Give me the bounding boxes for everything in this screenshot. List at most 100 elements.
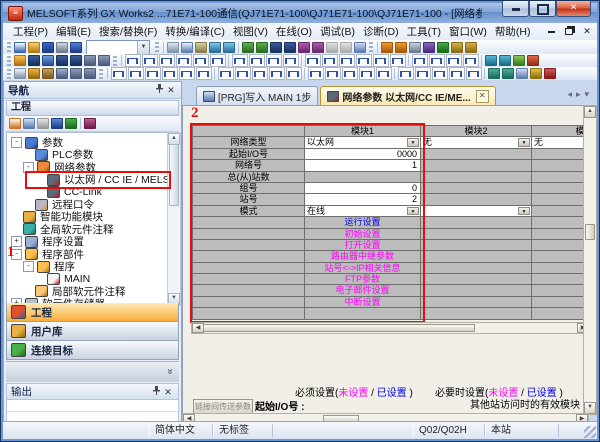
dropdown-arrow-icon[interactable]: ▼ bbox=[518, 207, 530, 215]
cut-icon[interactable] bbox=[167, 41, 180, 53]
tab-close-icon[interactable]: ✕ bbox=[476, 90, 489, 103]
ladder-symbol-button[interactable] bbox=[125, 54, 141, 67]
ladder-symbol-button[interactable] bbox=[398, 67, 414, 80]
replace-icon[interactable] bbox=[56, 68, 69, 80]
ladder-symbol-button[interactable] bbox=[308, 67, 324, 80]
ladder-symbol-button[interactable] bbox=[446, 54, 462, 67]
ladder-symbol-button[interactable] bbox=[145, 67, 161, 80]
check-icon[interactable] bbox=[527, 55, 540, 67]
tab-program-main[interactable]: [PRG]写入 MAIN 1步 bbox=[196, 86, 318, 105]
comment-icon[interactable] bbox=[485, 55, 498, 67]
collapse-icon[interactable]: - bbox=[11, 137, 22, 148]
device-find-icon[interactable] bbox=[423, 41, 436, 53]
pencil-icon[interactable] bbox=[28, 68, 41, 80]
sort-icon[interactable] bbox=[409, 41, 422, 53]
watch2-icon[interactable] bbox=[502, 68, 515, 80]
table-h-scrollbar[interactable]: ◀ ▶ bbox=[191, 322, 588, 334]
toolbar-grip[interactable] bbox=[7, 56, 11, 66]
resize-grip[interactable] bbox=[584, 426, 596, 438]
quit-icon[interactable] bbox=[544, 68, 557, 80]
paste-item-icon[interactable] bbox=[37, 118, 50, 130]
ladder-symbol-button[interactable] bbox=[193, 54, 209, 67]
tree-scrollbar[interactable]: ▲ ▼ bbox=[167, 132, 181, 306]
ladder-symbol-button[interactable] bbox=[429, 54, 445, 67]
dropdown-select[interactable]: ▼ bbox=[421, 206, 532, 217]
dropdown-arrow-icon[interactable]: ▼ bbox=[407, 138, 419, 146]
menu-item-8[interactable]: 工具(T) bbox=[403, 24, 445, 39]
new-item-icon[interactable] bbox=[9, 118, 22, 130]
tree-item--[interactable]: -程序 bbox=[23, 260, 75, 273]
menu-item-1[interactable]: 编辑(E) bbox=[52, 24, 95, 39]
param-down-icon[interactable] bbox=[395, 41, 408, 53]
module-icon[interactable] bbox=[28, 55, 41, 67]
dropdown-select[interactable]: 在线▼ bbox=[305, 206, 421, 217]
tree-item--cc-ie-melsecnet[interactable]: 以太网 / CC IE / MELSECNET bbox=[35, 173, 179, 186]
copy-icon[interactable] bbox=[181, 41, 194, 53]
zoom-icon[interactable] bbox=[354, 41, 367, 53]
document-v-scrollbar[interactable]: ▲ ▼ bbox=[583, 105, 597, 415]
ladder-symbol-button[interactable] bbox=[373, 54, 389, 67]
menu-item-2[interactable]: 搜索/替换(F) bbox=[95, 24, 161, 39]
monitor-icon[interactable] bbox=[488, 68, 501, 80]
watch-icon[interactable] bbox=[298, 41, 311, 53]
ladder-symbol-button[interactable] bbox=[432, 67, 448, 80]
toolbar-grip[interactable] bbox=[7, 69, 11, 79]
mdi-minimize-button[interactable] bbox=[545, 26, 557, 38]
new-icon[interactable] bbox=[14, 41, 27, 53]
dropdown-select[interactable]: 以太网▼ bbox=[305, 137, 421, 148]
chevron-overflow-icon[interactable]: » bbox=[165, 369, 176, 375]
toolbar-grip[interactable] bbox=[369, 42, 373, 52]
value-input[interactable]: 2 bbox=[305, 194, 421, 205]
combo-dropdown-icon[interactable]: ▼ bbox=[137, 41, 149, 54]
ladder-symbol-button[interactable] bbox=[286, 67, 302, 80]
disabled-icon[interactable] bbox=[340, 41, 353, 53]
ladder-symbol-button[interactable] bbox=[252, 67, 268, 80]
dock-button-工程[interactable]: 工程 bbox=[6, 303, 179, 322]
ladder-symbol-button[interactable] bbox=[266, 54, 282, 67]
param-up-icon[interactable] bbox=[381, 41, 394, 53]
menu-item-6[interactable]: 调试(B) bbox=[316, 24, 359, 39]
minimize-button[interactable] bbox=[502, 1, 529, 17]
undo-icon[interactable] bbox=[209, 41, 222, 53]
work-window-icon[interactable] bbox=[42, 55, 55, 67]
info-icon[interactable] bbox=[51, 118, 64, 130]
read-plc-icon[interactable] bbox=[256, 41, 269, 53]
ladder-symbol-button[interactable] bbox=[449, 67, 465, 80]
menu-item-0[interactable]: 工程(P) bbox=[9, 24, 52, 39]
select-icon[interactable] bbox=[14, 68, 27, 80]
dropdown-arrow-icon[interactable]: ▼ bbox=[518, 138, 530, 146]
find-dark2-icon[interactable] bbox=[70, 55, 83, 67]
setting-link[interactable]: 打开设置 bbox=[305, 240, 421, 251]
dock-button-连接目标[interactable]: 连接目标 bbox=[6, 341, 179, 360]
paste-icon[interactable] bbox=[195, 41, 208, 53]
output-close-icon[interactable]: ✕ bbox=[162, 386, 174, 398]
ladder-symbol-button[interactable] bbox=[159, 54, 175, 67]
ladder-symbol-button[interactable] bbox=[162, 67, 178, 80]
value-input[interactable]: 0000 bbox=[305, 149, 421, 160]
menu-item-5[interactable]: 在线(O) bbox=[272, 24, 316, 39]
flag-icon[interactable] bbox=[437, 41, 450, 53]
ladder-symbol-button[interactable] bbox=[376, 67, 392, 80]
dropdown-select[interactable]: 无 bbox=[532, 137, 588, 148]
dropdown-arrow-icon[interactable]: ▼ bbox=[407, 207, 419, 215]
tree-scroll-thumb[interactable] bbox=[169, 144, 179, 206]
statement-icon[interactable] bbox=[499, 55, 512, 67]
doc-scroll-up-icon[interactable]: ▲ bbox=[584, 106, 596, 118]
menu-item-7[interactable]: 诊断(D) bbox=[359, 24, 403, 39]
print-icon[interactable] bbox=[56, 41, 69, 53]
menu-item-3[interactable]: 转换/编译(C) bbox=[161, 24, 229, 39]
toolbar-grip[interactable] bbox=[7, 42, 11, 52]
ladder-symbol-button[interactable] bbox=[210, 54, 226, 67]
setting-link[interactable]: 初始设置 bbox=[305, 229, 421, 240]
ladder-symbol-button[interactable] bbox=[218, 67, 234, 80]
toolbar-grip[interactable] bbox=[155, 42, 159, 52]
nav-toggle-icon[interactable] bbox=[14, 55, 27, 67]
value-input[interactable]: 0 bbox=[305, 183, 421, 194]
redo-icon[interactable] bbox=[223, 41, 236, 53]
chip2-icon[interactable] bbox=[70, 68, 83, 80]
setting-link[interactable]: 中断设置 bbox=[305, 297, 421, 308]
ladder-symbol-button[interactable] bbox=[232, 54, 248, 67]
clock-icon[interactable] bbox=[530, 68, 543, 80]
ladder-symbol-button[interactable] bbox=[196, 67, 212, 80]
sort-menu-icon[interactable] bbox=[84, 118, 97, 130]
